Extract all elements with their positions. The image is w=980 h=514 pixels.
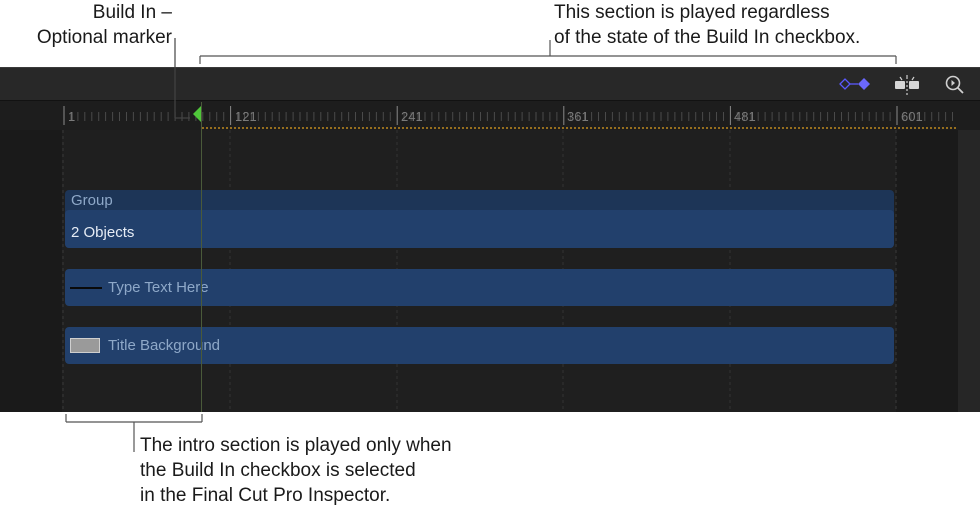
callout-line: Optional marker bbox=[36, 27, 172, 48]
text-line-icon bbox=[70, 287, 102, 289]
background-layer-label: Title Background bbox=[108, 337, 221, 354]
group-label: Group bbox=[71, 192, 113, 209]
play-range-indicator bbox=[202, 127, 956, 129]
group-track[interactable]: Group 2 Objects bbox=[65, 190, 894, 248]
thumbnail-icon bbox=[70, 338, 100, 353]
callout-line: The intro section is played only when bbox=[140, 435, 452, 456]
callout-line: This section is played regardless bbox=[554, 2, 830, 23]
background-layer-clip[interactable]: Title Background bbox=[65, 327, 894, 364]
timeline-toolbar bbox=[0, 67, 980, 101]
objects-label: 2 Objects bbox=[71, 224, 135, 241]
callout-line: Build In – bbox=[92, 2, 172, 23]
timeline-ruler[interactable]: 1 121 241 361 481 601 bbox=[0, 101, 980, 130]
zoom-icon[interactable] bbox=[944, 74, 968, 94]
text-layer-clip[interactable]: Type Text Here bbox=[65, 269, 894, 306]
build-in-marker-callout: Build In – Optional marker bbox=[0, 0, 172, 50]
keyframe-toggle-icon[interactable] bbox=[838, 74, 870, 94]
played-section-callout: This section is played regardless of the… bbox=[554, 0, 860, 50]
intro-section-callout: The intro section is played only when th… bbox=[140, 433, 452, 508]
track-area: Group 2 Objects Type Text Here Title Bac… bbox=[0, 102, 980, 412]
snapping-icon[interactable] bbox=[893, 74, 919, 95]
callout-line: the Build In checkbox is selected bbox=[140, 460, 416, 481]
build-in-line bbox=[201, 102, 202, 412]
objects-clip[interactable]: 2 Objects bbox=[65, 210, 894, 248]
text-layer-label: Type Text Here bbox=[108, 279, 209, 296]
callout-line: of the state of the Build In checkbox. bbox=[554, 27, 861, 48]
timeline-panel: 1 121 241 361 481 601 Group 2 Objects Ty… bbox=[0, 67, 980, 412]
callout-line: in the Final Cut Pro Inspector. bbox=[140, 485, 391, 506]
